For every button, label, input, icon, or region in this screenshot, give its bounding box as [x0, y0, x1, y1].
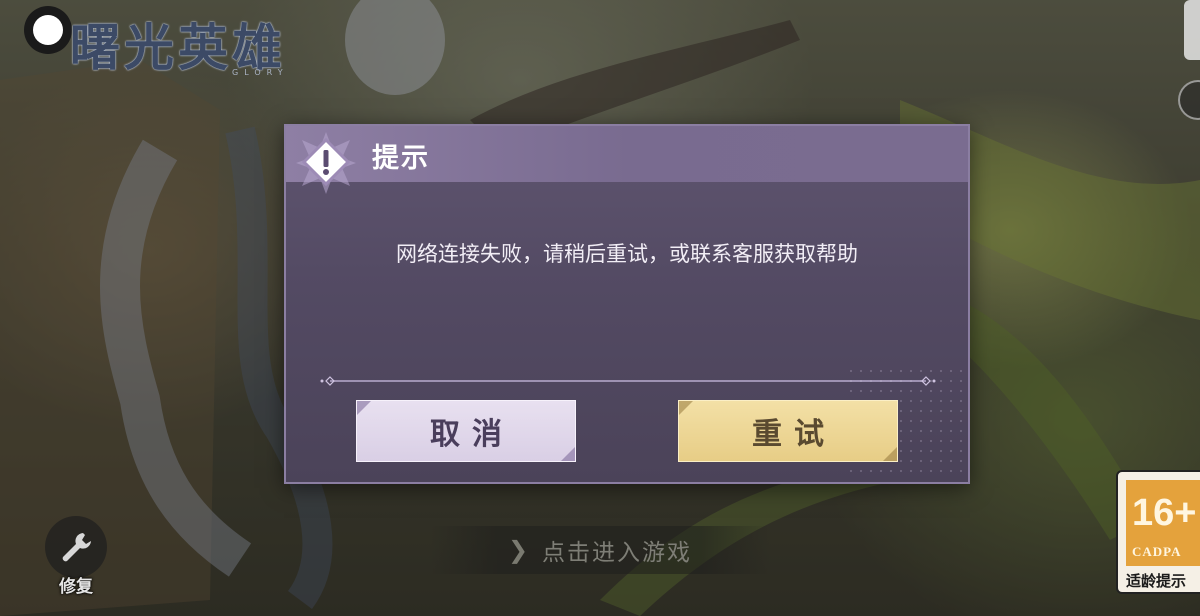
dialog-title: 提示 — [372, 143, 430, 174]
repair-button-circle[interactable] — [45, 516, 107, 578]
button-corner-decoration — [883, 447, 897, 461]
record-dot-icon[interactable] — [24, 6, 72, 54]
enter-game-button[interactable]: ❯ 点击进入游戏 — [430, 526, 770, 574]
chevron-right-icon: ❯ — [507, 536, 529, 564]
age-rating-badge: 16+ CADPA 适龄提示 — [1116, 470, 1200, 594]
wrench-icon — [62, 533, 91, 562]
retry-button-label: 重试 — [752, 417, 836, 452]
age-rating-caption: 适龄提示 — [1126, 572, 1187, 590]
repair-label: 修复 — [59, 577, 93, 597]
button-corner-decoration — [357, 401, 371, 415]
age-rating-number: 16+ — [1132, 492, 1197, 534]
cancel-button[interactable]: 取消 — [356, 400, 576, 462]
retry-button[interactable]: 重试 — [678, 400, 898, 462]
exclamation-diamond-icon — [294, 130, 358, 196]
dialog-message: 网络连接失败，请稍后重试，或联系客服获取帮助 — [396, 242, 858, 266]
dialog-divider — [320, 376, 936, 386]
button-corner-decoration — [679, 401, 693, 415]
button-corner-decoration — [561, 447, 575, 461]
enter-game-label: 点击进入游戏 — [542, 540, 693, 566]
age-rating-org: CADPA — [1132, 544, 1182, 559]
game-logo-subtitle: GLORY — [232, 68, 289, 77]
side-panel-handle[interactable] — [1184, 0, 1200, 60]
repair-button[interactable]: 修复 — [42, 516, 110, 597]
alert-dialog: 提示 网络连接失败，请稍后重试，或联系客服获取帮助 取消 重试 — [284, 124, 970, 484]
cancel-button-label: 取消 — [430, 417, 514, 452]
